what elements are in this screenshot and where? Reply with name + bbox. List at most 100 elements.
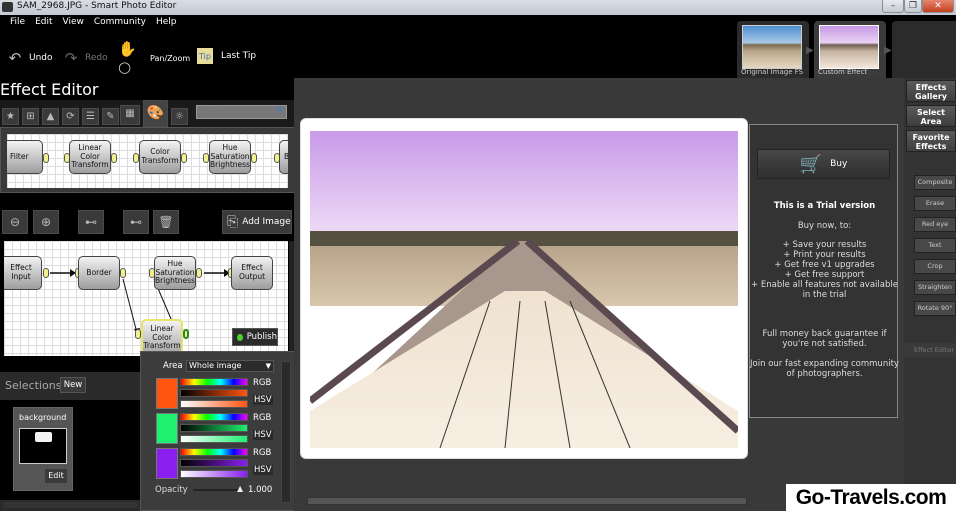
rotate-90-button[interactable]: Rotate 90°	[914, 301, 956, 316]
pencil-icon[interactable]: ✎	[102, 108, 119, 125]
history-custom-effect[interactable]: Custom Effect	[814, 21, 886, 78]
palette-icon[interactable]: 🎨	[143, 100, 168, 127]
edited-photo[interactable]	[310, 131, 738, 448]
effects-gallery-button[interactable]: Effects Gallery	[906, 80, 956, 102]
connect-nodes-icon[interactable]: ⊷	[123, 210, 149, 234]
rgb-toggle[interactable]: RGB	[253, 378, 271, 388]
palette-node-linear-color-transform[interactable]: Linear Color Transform	[69, 140, 111, 174]
graph-node-hue-saturation-brightness[interactable]: Hue Saturation Brightness	[154, 256, 196, 290]
output-port	[183, 329, 189, 339]
arrow-icon: ▶	[884, 45, 892, 56]
graph-node-effect-input[interactable]: Effect Input	[4, 256, 42, 290]
sun-icon[interactable]: ☼	[171, 108, 188, 125]
saturation-slider[interactable]	[180, 400, 248, 408]
publish-button[interactable]: Publish	[232, 328, 278, 346]
hue-slider[interactable]	[180, 378, 248, 386]
area-dropdown[interactable]: Whole image ▼	[186, 360, 274, 372]
erase-button[interactable]: Erase	[914, 196, 956, 211]
palette-node-hue-saturation-brightness[interactable]: Hue Saturation Brightness	[209, 140, 251, 174]
benefit-item: + Get free support	[784, 270, 865, 280]
color-swatch[interactable]	[156, 378, 178, 409]
search-input[interactable]	[196, 105, 287, 119]
guarantee-text: you're not satisfied.	[782, 339, 867, 349]
output-port	[196, 268, 202, 278]
composite-button[interactable]: Composite	[914, 175, 956, 190]
effect-editor-tab[interactable]: Effect Editor	[904, 343, 956, 357]
opacity-thumb-icon[interactable]: ▲	[237, 484, 243, 493]
rgb-toggle[interactable]: RGB	[253, 413, 271, 423]
app-icon	[2, 2, 13, 12]
value-slider[interactable]	[180, 424, 248, 432]
graph-node-border[interactable]: Border	[78, 256, 120, 290]
favorite-effects-button[interactable]: Favorite Effects	[906, 130, 956, 152]
opacity-slider[interactable]	[193, 489, 243, 491]
arrow-icon: ▶	[806, 45, 814, 56]
value-slider[interactable]	[180, 389, 248, 397]
graph-node-effect-output[interactable]: Effect Output	[231, 256, 273, 290]
hsv-toggle[interactable]: HSV	[253, 465, 273, 475]
menu-file[interactable]: File	[10, 17, 25, 27]
select-area-button[interactable]: Select Area	[906, 105, 956, 127]
zoom-out-icon[interactable]: ⊖	[2, 210, 28, 234]
rgb-toggle[interactable]: RGB	[253, 448, 271, 458]
value-slider[interactable]	[180, 459, 248, 467]
menu-view[interactable]: View	[63, 17, 84, 27]
new-selection-button[interactable]: New	[60, 377, 86, 393]
title-bar: SAM_2968.JPG - Smart Photo Editor – ❐ ✕	[0, 0, 956, 15]
straighten-button[interactable]: Straighten	[914, 280, 956, 295]
red-eye-button[interactable]: Red eye	[914, 217, 956, 232]
hue-slider[interactable]	[180, 448, 248, 456]
selection-card[interactable]: background Edit	[13, 407, 73, 491]
close-button[interactable]: ✕	[922, 0, 954, 13]
community-text: of photographers.	[786, 369, 863, 379]
add-image-button[interactable]: ⎘ Add Image	[222, 210, 292, 234]
menu-community[interactable]: Community	[94, 17, 146, 27]
opacity-value: 1.000	[248, 485, 273, 495]
hsv-toggle[interactable]: HSV	[253, 430, 273, 440]
output-port	[251, 153, 257, 163]
pyramid-icon[interactable]: ▲	[42, 108, 59, 125]
edit-selection-button[interactable]: Edit	[45, 469, 67, 483]
pan-zoom-button[interactable]: ✋○ Pan/Zoom	[118, 40, 190, 76]
benefit-item: in the trial	[802, 290, 847, 300]
selections-scrollbar[interactable]	[3, 502, 138, 508]
minimize-button[interactable]: –	[882, 0, 904, 13]
arrange-nodes-icon[interactable]: ⊷	[78, 210, 104, 234]
restore-button[interactable]: ❐	[904, 0, 922, 13]
area-label: Area	[163, 361, 183, 371]
watermark: Go-Travels.com	[786, 484, 956, 511]
palette-canvas: Filter Linear Color Transform Color Tran…	[7, 134, 288, 188]
color-swatch[interactable]	[156, 448, 178, 479]
history-original[interactable]: Original Image FS	[737, 21, 809, 78]
opacity-label: Opacity	[155, 485, 188, 495]
layout-icon[interactable]: ☰	[82, 108, 99, 125]
redo-button[interactable]: ↷ Redo	[61, 48, 108, 68]
star-icon[interactable]: ★	[2, 108, 19, 125]
search-icon[interactable]: ⚲	[276, 106, 283, 116]
menu-edit[interactable]: Edit	[35, 17, 52, 27]
color-panel-scrollbar[interactable]	[281, 361, 291, 503]
palette-node-color-transform[interactable]: Color Transform	[139, 140, 181, 174]
nodes-icon[interactable]: ⊞	[22, 108, 39, 125]
menu-help[interactable]: Help	[156, 17, 177, 27]
hue-slider[interactable]	[180, 413, 248, 421]
hsv-toggle[interactable]: HSV	[253, 395, 273, 405]
output-port	[43, 153, 49, 163]
trash-icon[interactable]: 🗑	[153, 210, 179, 234]
undo-button[interactable]: ↶ Undo	[5, 48, 53, 68]
rotate-icon[interactable]: ⟳	[62, 108, 79, 125]
text-button[interactable]: Text	[914, 238, 956, 253]
palette-node-partial[interactable]: B	[279, 140, 288, 174]
viewer-horizontal-scrollbar[interactable]	[307, 497, 747, 505]
zoom-in-icon[interactable]: ⊕	[33, 210, 59, 234]
grid-icon[interactable]: ▦	[120, 105, 140, 125]
trial-heading: This is a Trial version	[773, 201, 876, 211]
last-tip-button[interactable]: Tip Last Tip	[197, 48, 256, 64]
saturation-slider[interactable]	[180, 435, 248, 443]
saturation-slider[interactable]	[180, 470, 248, 478]
crop-button[interactable]: Crop	[914, 259, 956, 274]
output-port	[43, 268, 49, 278]
color-swatch[interactable]	[156, 413, 178, 444]
buy-button[interactable]: 🛒 Buy	[757, 149, 890, 179]
palette-node-filter[interactable]: Filter	[7, 140, 43, 174]
